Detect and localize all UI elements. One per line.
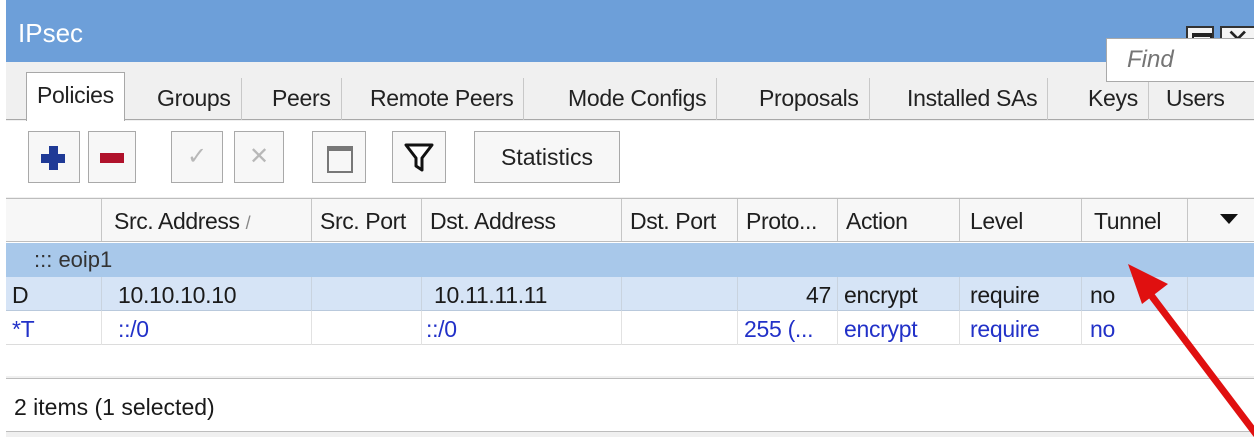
column-header-level[interactable]: Level (960, 199, 1082, 241)
tab-remote-peers[interactable]: Remote Peers (360, 78, 525, 120)
cell-dst-port (622, 311, 738, 345)
column-header-flags[interactable] (6, 199, 102, 241)
filter-button[interactable] (392, 131, 446, 183)
status-bar: 2 items (1 selected) (6, 378, 1254, 432)
check-icon: ✓ (186, 143, 208, 170)
remove-button[interactable] (88, 131, 136, 183)
cell-src-address: 10.10.10.10 (102, 277, 312, 311)
sort-indicator: / (245, 213, 251, 233)
table-header: Src. Address / Src. Port Dst. Address Dst… (6, 198, 1254, 242)
cell-dst-address: ::/0 (422, 311, 622, 345)
cell-flags: *T (6, 311, 102, 345)
comment-button[interactable] (312, 131, 366, 183)
table-row-selected[interactable]: D 10.10.10.10 10.11.11.11 47 encrypt req… (6, 277, 1254, 311)
tab-groups[interactable]: Groups (147, 78, 242, 120)
find-input[interactable] (1106, 38, 1254, 82)
cell-level: require (960, 277, 1082, 311)
policies-table: Src. Address / Src. Port Dst. Address Dst… (6, 198, 1254, 376)
cell-dst-port (622, 277, 738, 311)
annotation-arrow-icon (1128, 264, 1254, 437)
cross-icon: ✕ (248, 143, 270, 170)
cell-src-address: ::/0 (102, 311, 312, 345)
window-title: IPsec (18, 18, 84, 48)
filter-icon (404, 143, 434, 172)
comment-text: ::: eoip1 (34, 247, 113, 272)
enable-button[interactable]: ✓ (171, 131, 223, 183)
ipsec-window: IPsec ✕ Policies Groups Peers Remote Pee… (0, 0, 1254, 437)
column-header-protocol[interactable]: Proto... (738, 199, 838, 241)
comment-row[interactable]: ::: eoip1 (6, 243, 1254, 277)
column-header-src-port[interactable]: Src. Port (312, 199, 422, 241)
cell-level: require (960, 311, 1082, 345)
column-header-tunnel[interactable]: Tunnel (1082, 199, 1188, 241)
tab-keys[interactable]: Keys (1078, 78, 1149, 120)
add-button[interactable] (28, 131, 80, 183)
column-header-action[interactable]: Action (838, 199, 960, 241)
tab-policies[interactable]: Policies (26, 72, 125, 121)
table-row[interactable]: *T ::/0 ::/0 255 (... encrypt require no (6, 311, 1254, 345)
tab-installed-sas[interactable]: Installed SAs (897, 78, 1049, 120)
tab-peers[interactable]: Peers (262, 78, 342, 120)
column-header-dst-address[interactable]: Dst. Address (422, 199, 622, 241)
statistics-button[interactable]: Statistics (474, 131, 620, 183)
cell-protocol: 255 (... (738, 311, 838, 345)
cell-protocol: 47 (738, 277, 838, 311)
title-bar[interactable]: IPsec ✕ (6, 0, 1254, 62)
tab-mode-configs[interactable]: Mode Configs (558, 78, 718, 120)
cell-dst-address: 10.11.11.11 (422, 277, 622, 311)
tab-bar: Policies Groups Peers Remote Peers Mode … (6, 62, 1254, 121)
cell-action: encrypt (838, 277, 960, 311)
tab-proposals[interactable]: Proposals (749, 78, 870, 120)
tab-users[interactable]: Users (1156, 78, 1235, 120)
columns-menu-caret-icon[interactable] (1220, 214, 1238, 224)
column-header-dst-port[interactable]: Dst. Port (622, 199, 738, 241)
column-header-src-address[interactable]: Src. Address / (102, 199, 312, 241)
toolbar: ✓ ✕ Statistics (6, 121, 1254, 197)
cell-action: encrypt (838, 311, 960, 345)
cell-src-port (312, 277, 422, 311)
disable-button[interactable]: ✕ (234, 131, 284, 183)
cell-flags: D (6, 277, 102, 311)
cell-src-port (312, 311, 422, 345)
